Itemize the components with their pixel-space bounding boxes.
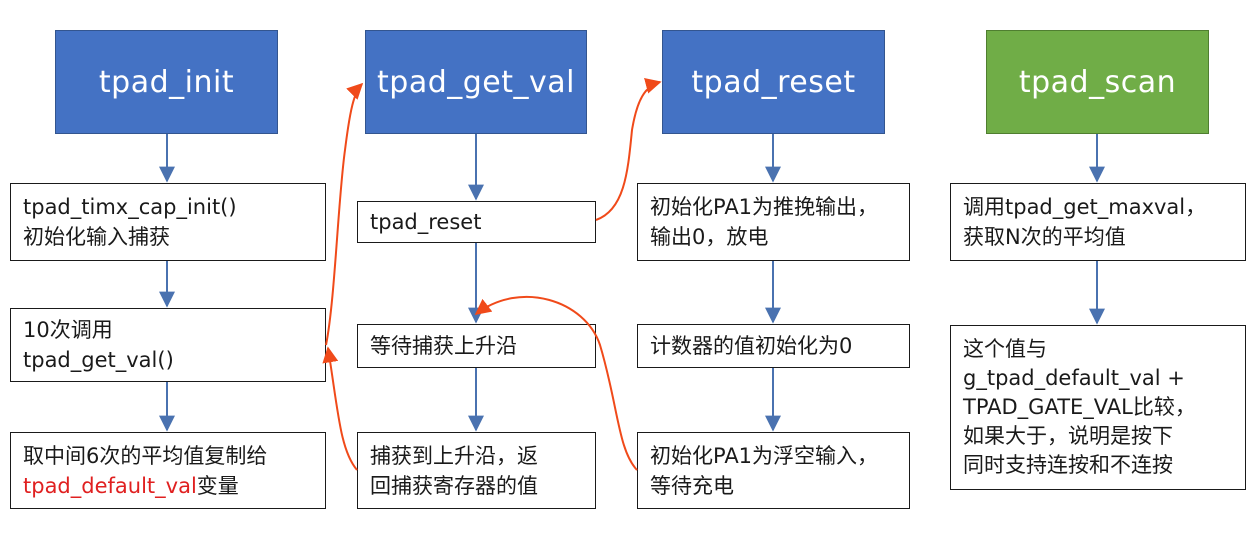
call-arrow-init-to-getval — [325, 82, 364, 346]
call-arrow-getval-to-reset — [595, 77, 662, 221]
flowchart-canvas: tpad_init tpad_timx_cap_init() 初始化输入捕获 1… — [0, 0, 1257, 544]
return-arrow-getval-to-init — [322, 346, 358, 471]
connector-layer — [159, 77, 1105, 471]
return-arrow-reset-to-getval — [474, 295, 638, 471]
